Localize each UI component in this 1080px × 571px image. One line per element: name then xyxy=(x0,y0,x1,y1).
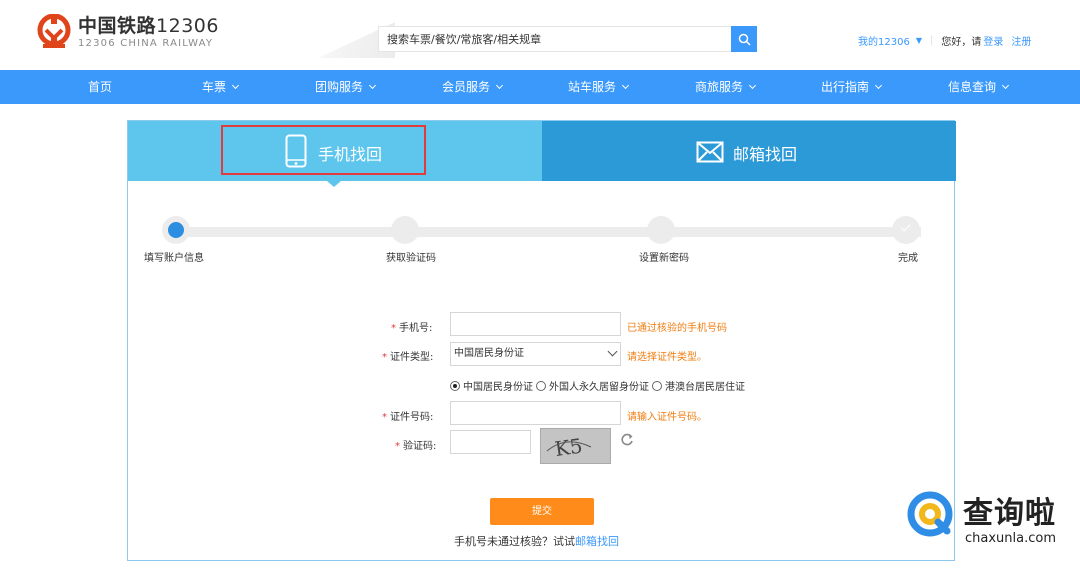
recover-panel: 手机找回 邮箱找回 填写账户信息 获取验证码 设置新密码 完成 * 手机号: 已通… xyxy=(127,120,956,561)
chevron-down-icon xyxy=(231,81,240,90)
greeting-text: 您好，请 xyxy=(941,37,982,48)
step-progress-track xyxy=(176,227,921,237)
search-input[interactable] xyxy=(379,27,732,51)
check-icon xyxy=(900,221,911,232)
id-number-field-box xyxy=(450,401,621,426)
submit-button[interactable]: 提交 xyxy=(490,498,594,525)
chevron-down-icon xyxy=(621,81,630,90)
id-number-input[interactable] xyxy=(451,403,620,426)
captcha-image[interactable]: K5 xyxy=(540,428,611,464)
radio-icon xyxy=(652,380,662,391)
watermark-url: chaxunla.com xyxy=(965,531,1056,546)
user-links: 我的12306 ▼ | 您好，请 登录 注册 xyxy=(858,33,1031,48)
chevron-down-icon xyxy=(748,81,757,90)
step-dot-1 xyxy=(162,216,190,244)
divider: | xyxy=(929,35,934,46)
step-dot-3 xyxy=(647,216,675,244)
logo-title: 中国铁路12306 xyxy=(78,15,219,37)
step-label-4: 完成 xyxy=(898,253,918,264)
chevron-down-icon xyxy=(1001,81,1010,90)
step-label-1: 填写账户信息 xyxy=(144,253,204,264)
nav-item-guide[interactable]: 出行指南 xyxy=(821,70,883,104)
chevron-down-icon xyxy=(495,81,504,90)
mail-icon xyxy=(696,141,724,163)
login-link[interactable]: 登录 xyxy=(983,33,1003,48)
phone-label: * 手机号: xyxy=(391,323,433,334)
id-type-value: 中国居民身份证 xyxy=(454,348,524,359)
search-icon xyxy=(738,33,751,46)
id-number-label: * 证件号码: xyxy=(382,412,434,423)
logo[interactable]: 中国铁路12306 12306 CHINA RAILWAY xyxy=(36,13,219,52)
caret-down-icon[interactable]: ▼ xyxy=(916,36,922,45)
active-tab-pointer xyxy=(327,181,341,187)
my-account-link[interactable]: 我的12306 xyxy=(858,33,910,48)
id-type-radio-group: 中国居民身份证 外国人永久居留身份证 港澳台居民居住证 xyxy=(450,378,748,393)
watermark: 查询啦 chaxunla.com xyxy=(905,486,1073,548)
nav-item-member[interactable]: 会员服务 xyxy=(442,70,504,104)
captcha-text: K5 xyxy=(553,434,584,462)
step-dot-2 xyxy=(391,216,419,244)
radio-hmt-id[interactable]: 港澳台居民居住证 xyxy=(652,378,745,393)
nav-item-home[interactable]: 首页 xyxy=(88,70,112,104)
captcha-input[interactable] xyxy=(451,432,530,455)
nav-item-tickets[interactable]: 车票 xyxy=(202,70,240,104)
nav-item-group[interactable]: 团购服务 xyxy=(315,70,377,104)
railway-logo-icon xyxy=(36,13,72,52)
step-dot-4 xyxy=(892,216,920,244)
id-type-select[interactable]: 中国居民身份证 xyxy=(450,342,621,366)
fallback-note: 手机号未通过核验？试试邮箱找回 xyxy=(454,535,619,548)
radio-icon xyxy=(536,380,546,391)
top-header: 中国铁路12306 12306 CHINA RAILWAY 我的12306 ▼ … xyxy=(0,0,1080,70)
main-nav: 首页 车票 团购服务 会员服务 站车服务 商旅服务 出行指南 信息查询 xyxy=(0,70,1080,104)
phone-field-box xyxy=(450,312,621,337)
phone-input[interactable] xyxy=(451,314,620,337)
nav-item-info[interactable]: 信息查询 xyxy=(948,70,1010,104)
id-type-hint: 请选择证件类型。 xyxy=(627,352,707,363)
tab-email-label: 邮箱找回 xyxy=(733,145,798,164)
phone-hint: 已通过核验的手机号码 xyxy=(627,323,727,334)
watermark-title: 查询啦 xyxy=(963,496,1056,531)
chevron-down-icon xyxy=(368,81,377,90)
id-type-label: * 证件类型: xyxy=(382,352,434,363)
search-button[interactable] xyxy=(731,26,757,52)
search-box xyxy=(378,26,732,52)
nav-item-business[interactable]: 商旅服务 xyxy=(695,70,757,104)
nav-item-station[interactable]: 站车服务 xyxy=(568,70,630,104)
chevron-down-icon xyxy=(874,81,883,90)
step-label-3: 设置新密码 xyxy=(639,253,689,264)
logo-subtitle: 12306 CHINA RAILWAY xyxy=(78,38,214,49)
chevron-down-icon xyxy=(607,346,618,357)
radio-cn-id[interactable]: 中国居民身份证 xyxy=(450,378,533,393)
highlight-box xyxy=(221,125,426,175)
radio-foreign-id[interactable]: 外国人永久居留身份证 xyxy=(536,378,649,393)
refresh-icon[interactable] xyxy=(620,432,634,446)
radio-checked-icon xyxy=(450,380,460,391)
captcha-label: * 验证码: xyxy=(395,441,437,452)
email-recover-link[interactable]: 邮箱找回 xyxy=(575,535,619,548)
register-link[interactable]: 注册 xyxy=(1011,33,1031,48)
captcha-field-box xyxy=(450,430,531,455)
step-label-2: 获取验证码 xyxy=(386,253,436,264)
id-number-hint: 请输入证件号码。 xyxy=(627,412,707,423)
search-magnifier-icon xyxy=(907,491,953,537)
tab-email-recover[interactable]: 邮箱找回 xyxy=(542,121,956,181)
